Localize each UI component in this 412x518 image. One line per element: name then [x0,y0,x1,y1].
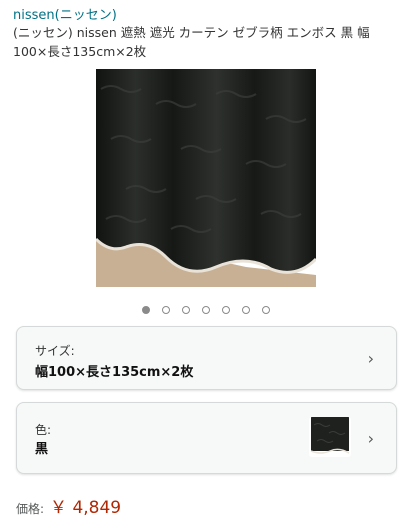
size-selector[interactable]: サイズ: 幅100×長さ135cm×2枚 › [16,326,397,390]
color-label: 色: [35,423,52,437]
size-value: 幅100×長さ135cm×2枚 [35,365,194,380]
price-label: 価格: [16,502,45,516]
carousel-dot[interactable] [222,306,230,314]
carousel-dot[interactable] [182,306,190,314]
carousel-dot[interactable] [202,306,210,314]
curtain-illustration [96,69,316,287]
chevron-right-icon: › [367,429,374,448]
brand-link[interactable]: nissen(ニッセン) [13,4,117,23]
carousel-dot[interactable] [242,306,250,314]
carousel-dot[interactable] [162,306,170,314]
color-value: 黒 [35,442,49,457]
chevron-right-icon: › [367,349,374,368]
price-row: 価格: ￥ 4,849 [16,493,121,518]
carousel-dot[interactable] [262,306,270,314]
color-selector[interactable]: 色: 黒 › [16,402,397,474]
product-title: (ニッセン) nissen 遮熱 遮光 カーテン ゼブラ柄 エンボス 黒 幅10… [13,25,370,59]
carousel-dot[interactable] [142,306,150,314]
color-swatch-thumbnail [309,417,351,457]
product-image[interactable] [96,69,316,287]
image-carousel-dots [0,306,412,314]
price-value: ￥ 4,849 [50,498,122,518]
size-label: サイズ: [35,344,75,358]
